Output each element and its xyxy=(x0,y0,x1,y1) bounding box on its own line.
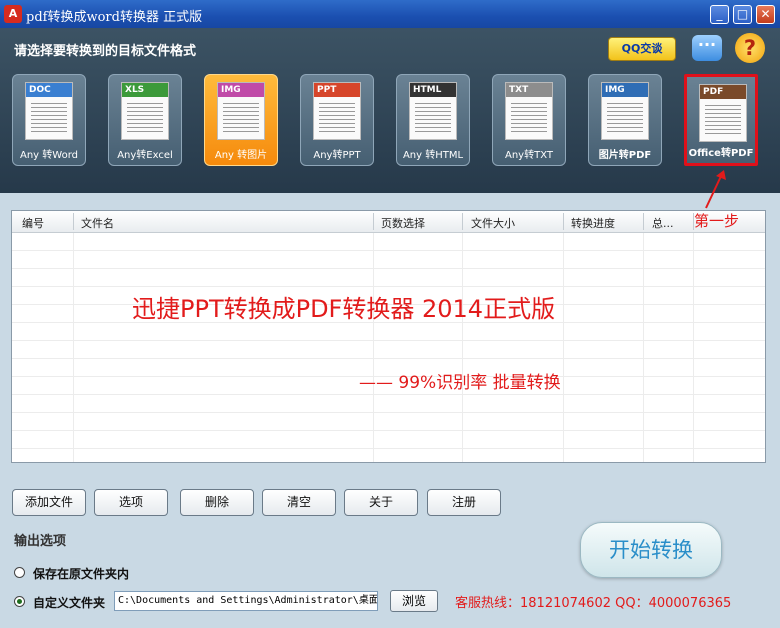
close-button[interactable]: ✕ xyxy=(756,5,775,24)
pdf-icon: PDF xyxy=(699,84,747,142)
format-label: Office转PDF xyxy=(688,148,754,159)
format-tile-word[interactable]: DOC Any 转Word xyxy=(12,74,86,166)
column-header-total[interactable]: 总... xyxy=(652,215,674,231)
html-icon: HTML xyxy=(409,82,457,140)
title-bar: A pdf转换成word转换器 正式版 _ □ ✕ xyxy=(0,0,780,28)
register-button[interactable]: 注册 xyxy=(427,489,501,516)
step-one-label: 第一步 xyxy=(694,212,740,230)
ppt-icon: PPT xyxy=(313,82,361,140)
file-list-rows xyxy=(12,233,765,462)
format-label: Any转PPT xyxy=(313,150,361,161)
column-header-size[interactable]: 文件大小 xyxy=(471,215,515,231)
format-label: Any转TXT xyxy=(505,150,553,161)
format-label: Any转Excel xyxy=(117,150,173,161)
format-tile-txt[interactable]: TXT Any转TXT xyxy=(492,74,566,166)
radio-original-folder[interactable] xyxy=(14,567,25,578)
minimize-button[interactable]: _ xyxy=(710,5,729,24)
xls-icon: XLS xyxy=(121,82,169,140)
format-tile-ppt[interactable]: PPT Any转PPT xyxy=(300,74,374,166)
browse-button[interactable]: 浏览 xyxy=(390,590,438,612)
format-label: Any 转图片 xyxy=(214,150,268,161)
output-section-title: 输出选项 xyxy=(14,534,67,549)
format-tile-html[interactable]: HTML Any 转HTML xyxy=(396,74,470,166)
img-icon: IMG xyxy=(601,82,649,140)
img-icon: IMG xyxy=(217,82,265,140)
format-prompt: 请选择要转换到的目标文件格式 xyxy=(14,44,197,59)
column-header-filename[interactable]: 文件名 xyxy=(81,215,114,231)
about-button[interactable]: 关于 xyxy=(344,489,418,516)
column-header-progress[interactable]: 转换进度 xyxy=(571,215,615,231)
file-list-header: 编号 文件名 页数选择 文件大小 转换进度 总... xyxy=(12,211,765,233)
delete-button[interactable]: 删除 xyxy=(180,489,254,516)
step-arrow-icon xyxy=(705,170,726,209)
clear-button[interactable]: 清空 xyxy=(262,489,336,516)
doc-icon: DOC xyxy=(25,82,73,140)
options-button[interactable]: 选项 xyxy=(94,489,168,516)
option-custom-label[interactable]: 自定义文件夹 xyxy=(33,594,105,611)
window-title: pdf转换成word转换器 正式版 xyxy=(26,10,203,25)
format-label: 图片转PDF xyxy=(598,150,652,161)
format-tile-image-to-pdf[interactable]: IMG 图片转PDF xyxy=(588,74,662,166)
format-tile-office-to-pdf[interactable]: PDF Office转PDF xyxy=(684,74,758,166)
promo-title: 迅捷PPT转换成PDF转换器 2014正式版 xyxy=(132,295,556,323)
add-file-button[interactable]: 添加文件 xyxy=(12,489,86,516)
option-original-label[interactable]: 保存在原文件夹内 xyxy=(33,565,129,582)
start-convert-button[interactable]: 开始转换 xyxy=(580,522,722,578)
format-tile-excel[interactable]: XLS Any转Excel xyxy=(108,74,182,166)
column-header-pages[interactable]: 页数选择 xyxy=(381,215,425,231)
help-icon[interactable]: ? xyxy=(735,33,765,63)
format-label: Any 转Word xyxy=(20,150,78,161)
promo-subtitle: —— 99%识别率 批量转换 xyxy=(359,373,561,393)
support-hotline[interactable]: 客服热线：18121074602 QQ：4000076365 xyxy=(455,592,731,611)
radio-custom-folder[interactable] xyxy=(14,596,25,607)
format-label: Any 转HTML xyxy=(402,150,464,161)
chat-icon[interactable]: ··· xyxy=(692,35,722,61)
app-icon: A xyxy=(4,5,22,23)
file-list[interactable]: 编号 文件名 页数选择 文件大小 转换进度 总... 迅捷PPT转换成PDF转换… xyxy=(11,210,766,463)
column-header-index[interactable]: 编号 xyxy=(22,215,44,231)
output-path-field[interactable]: C:\Documents and Settings\Administrator\… xyxy=(114,591,378,611)
txt-icon: TXT xyxy=(505,82,553,140)
format-tile-image[interactable]: IMG Any 转图片 xyxy=(204,74,278,166)
qq-chat-button[interactable]: QQ交谈 xyxy=(608,37,676,61)
maximize-button[interactable]: □ xyxy=(733,5,752,24)
